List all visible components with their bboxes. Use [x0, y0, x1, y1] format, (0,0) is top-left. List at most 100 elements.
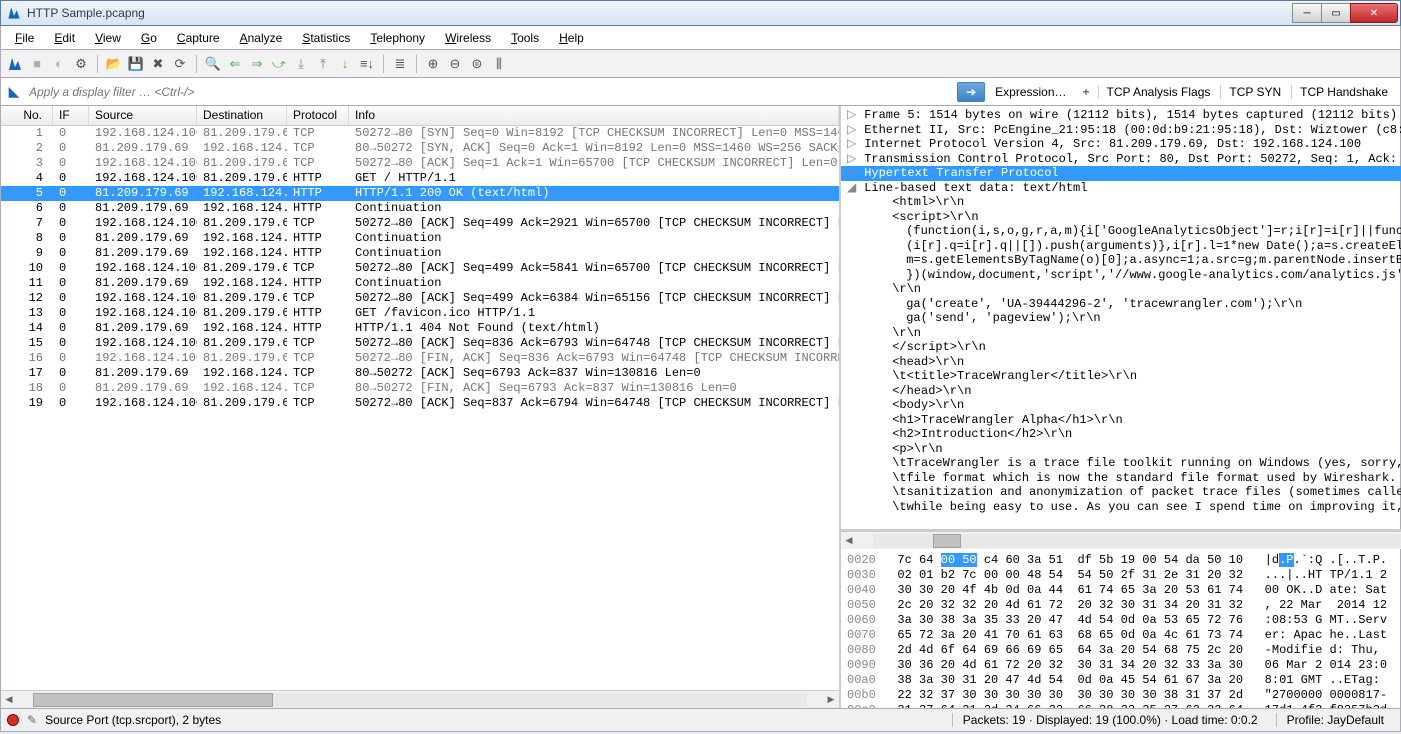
tree-row[interactable]: ▷ Frame 5: 1514 bytes on wire (12112 bit… [841, 108, 1401, 123]
packet-row[interactable]: 100192.168.124.10081.209.179.69TCP50272→… [1, 261, 839, 276]
edit-icon[interactable]: ✎ [27, 713, 37, 727]
tree-row[interactable]: <head>\r\n [841, 355, 1401, 370]
tree-row[interactable]: ga('create', 'UA-39444296-2', 'tracewran… [841, 297, 1401, 312]
tree-row[interactable]: \tsanitization and anonymization of pack… [841, 485, 1401, 500]
menu-telephony[interactable]: Telephony [362, 29, 433, 47]
hex-row[interactable]: 0040 30 30 20 4f 4b 0d 0a 44 61 74 65 3a… [847, 583, 1401, 598]
close-button[interactable]: ✕ [1350, 3, 1398, 23]
find-icon[interactable]: 🔍 [203, 54, 223, 74]
hex-row[interactable]: 00a0 38 3a 30 31 20 47 4d 54 0d 0a 45 54… [847, 673, 1401, 688]
hex-row[interactable]: 0030 02 01 b2 7c 00 00 48 54 54 50 2f 31… [847, 568, 1401, 583]
packet-row[interactable]: 14081.209.179.69192.168.124.1…HTTPHTTP/1… [1, 321, 839, 336]
hex-row[interactable]: 00c0 31 37 64 31 2d 34 66 33 66 38 33 35… [847, 703, 1401, 708]
apply-filter-button[interactable]: ➔ [957, 82, 985, 102]
next-icon[interactable]: ⇒ [247, 54, 267, 74]
goto-packet-icon[interactable]: ↓ [335, 54, 355, 74]
menu-analyze[interactable]: Analyze [232, 29, 291, 47]
hex-row[interactable]: 0090 30 36 20 4d 61 72 20 32 30 31 34 20… [847, 658, 1401, 673]
packet-row[interactable]: 17081.209.179.69192.168.124.1…TCP80→5027… [1, 366, 839, 381]
start-capture-icon[interactable] [5, 54, 25, 74]
scroll-right-icon[interactable]: ▶ [823, 692, 839, 708]
packet-row[interactable]: 70192.168.124.10081.209.179.69TCP50272→8… [1, 216, 839, 231]
hex-row[interactable]: 00b0 22 32 37 30 30 30 30 30 30 30 30 30… [847, 688, 1401, 703]
tree-row[interactable]: ▷ Ethernet II, Src: PcEngine_21:95:18 (0… [841, 123, 1401, 138]
minimize-button[interactable]: ─ [1292, 3, 1322, 23]
hex-row[interactable]: 0080 2d 4d 6f 64 69 66 69 65 64 3a 20 54… [847, 643, 1401, 658]
hex-pane[interactable]: 0020 7c 64 00 50 c4 60 3a 51 df 5b 19 00… [841, 549, 1401, 708]
tree-row[interactable]: \twhile being easy to use. As you can se… [841, 500, 1401, 515]
tree-row[interactable]: (i[r].q=i[r].q||[]).push(arguments)},i[r… [841, 239, 1401, 254]
goto-first-icon[interactable]: ⤓ [291, 54, 311, 74]
tree-row[interactable]: \tfile format which is now the standard … [841, 471, 1401, 486]
packet-row[interactable]: 40192.168.124.10081.209.179.69HTTPGET / … [1, 171, 839, 186]
scroll-left-icon[interactable]: ◀ [841, 533, 857, 549]
tree-row[interactable]: ga('send', 'pageview');\r\n [841, 311, 1401, 326]
tree-row[interactable]: <h2>Introduction</h2>\r\n [841, 427, 1401, 442]
packet-row[interactable]: 160192.168.124.10081.209.179.69TCP50272→… [1, 351, 839, 366]
tree-row[interactable]: \r\n [841, 326, 1401, 341]
zoom-in-icon[interactable]: ⊕ [423, 54, 443, 74]
menu-wireless[interactable]: Wireless [437, 29, 499, 47]
hex-row[interactable]: 0020 7c 64 00 50 c4 60 3a 51 df 5b 19 00… [847, 553, 1401, 568]
col-info[interactable]: Info [349, 106, 839, 125]
col-src[interactable]: Source [89, 106, 197, 125]
packet-list-hscroll[interactable]: ◀ ▶ [1, 690, 839, 708]
tree-row[interactable]: <p>\r\n [841, 442, 1401, 457]
packet-row[interactable]: 11081.209.179.69192.168.124.1…HTTPContin… [1, 276, 839, 291]
zoom-out-icon[interactable]: ⊖ [445, 54, 465, 74]
packet-list-body[interactable]: 10192.168.124.10081.209.179.69TCP50272→8… [1, 126, 839, 690]
tree-row[interactable]: ▷ Transmission Control Protocol, Src Por… [841, 152, 1401, 167]
stop-capture-icon[interactable]: ■ [27, 54, 47, 74]
hex-row[interactable]: 0060 3a 30 38 3a 35 33 20 47 4d 54 0d 0a… [847, 613, 1401, 628]
tree-row[interactable]: \r\n [841, 282, 1401, 297]
col-dst[interactable]: Destination [197, 106, 287, 125]
add-filter-button[interactable]: + [1077, 85, 1096, 99]
status-profile[interactable]: Profile: JayDefault [1276, 713, 1394, 727]
menu-go[interactable]: Go [133, 29, 165, 47]
tree-row[interactable]: \tTraceWrangler is a trace file toolkit … [841, 456, 1401, 471]
packet-row[interactable]: 5081.209.179.69192.168.124.1…HTTPHTTP/1.… [1, 186, 839, 201]
close-file-icon[interactable]: ✖ [148, 54, 168, 74]
tree-row[interactable]: <body>\r\n [841, 398, 1401, 413]
tree-row[interactable]: <html>\r\n [841, 195, 1401, 210]
maximize-button[interactable]: ▭ [1321, 3, 1351, 23]
packet-tree[interactable]: ▷ Frame 5: 1514 bytes on wire (12112 bit… [841, 106, 1401, 531]
options-icon[interactable]: ⚙ [71, 54, 91, 74]
menu-statistics[interactable]: Statistics [294, 29, 358, 47]
colorize-icon[interactable]: ≣ [390, 54, 410, 74]
filter-tcp-flags[interactable]: TCP Analysis Flags [1098, 85, 1219, 99]
packet-row[interactable]: 120192.168.124.10081.209.179.69TCP50272→… [1, 291, 839, 306]
hex-row[interactable]: 0070 65 72 3a 20 41 70 61 63 68 65 0d 0a… [847, 628, 1401, 643]
bookmark-icon[interactable]: ◣ [5, 83, 23, 101]
packet-row[interactable]: 30192.168.124.10081.209.179.69TCP50272→8… [1, 156, 839, 171]
packet-row[interactable]: 130192.168.124.10081.209.179.69HTTPGET /… [1, 306, 839, 321]
menu-help[interactable]: Help [551, 29, 592, 47]
menu-file[interactable]: File [7, 29, 42, 47]
col-if[interactable]: IF [53, 106, 89, 125]
open-file-icon[interactable]: 📂 [104, 54, 124, 74]
packet-row[interactable]: 6081.209.179.69192.168.124.1…HTTPContinu… [1, 201, 839, 216]
col-no[interactable]: No. [1, 106, 53, 125]
packet-row[interactable]: 150192.168.124.10081.209.179.69TCP50272→… [1, 336, 839, 351]
menu-tools[interactable]: Tools [503, 29, 547, 47]
tree-row[interactable]: })(window,document,'script','//www.googl… [841, 268, 1401, 283]
hex-row[interactable]: 0050 2c 20 32 32 20 4d 61 72 20 32 30 31… [847, 598, 1401, 613]
tree-row[interactable]: <script>\r\n [841, 210, 1401, 225]
tree-row[interactable]: ▷ Internet Protocol Version 4, Src: 81.2… [841, 137, 1401, 152]
expert-info-icon[interactable] [7, 714, 19, 726]
tree-row[interactable]: </script>\r\n [841, 340, 1401, 355]
tree-row[interactable]: <h1>TraceWrangler Alpha</h1>\r\n [841, 413, 1401, 428]
tree-row[interactable]: </head>\r\n [841, 384, 1401, 399]
save-file-icon[interactable]: 💾 [126, 54, 146, 74]
packet-list-header[interactable]: No. IF Source Destination Protocol Info [1, 106, 839, 126]
filter-tcp-syn[interactable]: TCP SYN [1220, 85, 1289, 99]
tree-hscroll[interactable]: ◀ ▶ [841, 531, 1401, 549]
packet-row[interactable]: 9081.209.179.69192.168.124.1…HTTPContinu… [1, 246, 839, 261]
packet-row[interactable]: 2081.209.179.69192.168.124.1…TCP80→50272… [1, 141, 839, 156]
menu-capture[interactable]: Capture [169, 29, 228, 47]
packet-row[interactable]: 190192.168.124.10081.209.179.69TCP50272→… [1, 396, 839, 411]
expression-button[interactable]: Expression… [987, 85, 1074, 99]
zoom-reset-icon[interactable]: ⊜ [467, 54, 487, 74]
packet-row[interactable]: 10192.168.124.10081.209.179.69TCP50272→8… [1, 126, 839, 141]
menu-view[interactable]: View [87, 29, 129, 47]
